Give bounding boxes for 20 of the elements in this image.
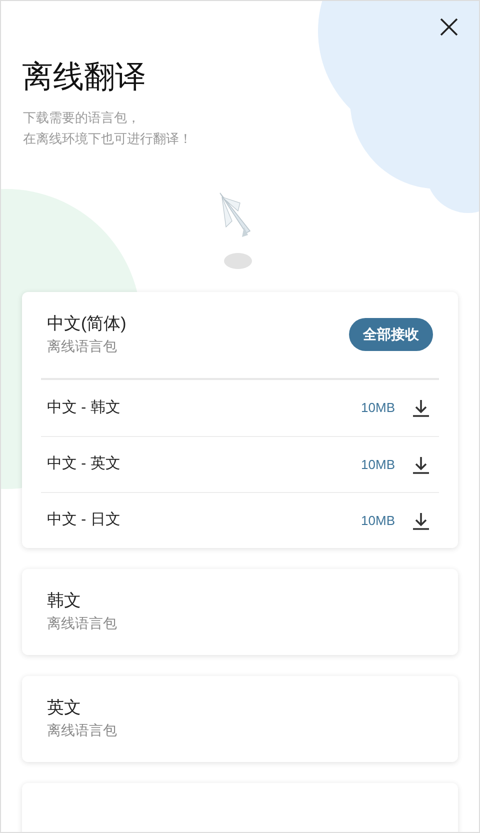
language-pair: 中文 - 韩文 (47, 398, 122, 418)
language-caption: 离线语言包 (47, 614, 117, 633)
download-icon[interactable] (411, 510, 431, 530)
page-title: 离线翻译 (22, 58, 147, 96)
language-pair: 中文 - 日文 (47, 510, 122, 530)
download-icon[interactable] (411, 454, 431, 474)
language-name: 中文(简体) (47, 313, 126, 335)
pack-size: 10MB (361, 456, 395, 474)
download-all-button[interactable]: 全部接收 (349, 318, 433, 350)
subtitle-line: 在离线环境下也可进行翻译！ (23, 130, 193, 148)
download-icon[interactable] (411, 398, 431, 418)
subtitle-line: 下载需要的语言包， (23, 109, 141, 127)
language-caption: 离线语言包 (47, 337, 118, 356)
language-name: 韩文 (47, 590, 82, 612)
language-caption: 离线语言包 (47, 721, 117, 740)
language-name: 英文 (47, 697, 82, 719)
pack-size: 10MB (361, 399, 395, 418)
pack-size: 10MB (361, 512, 395, 530)
close-icon[interactable] (439, 17, 459, 37)
language-pair: 中文 - 英文 (47, 454, 122, 474)
